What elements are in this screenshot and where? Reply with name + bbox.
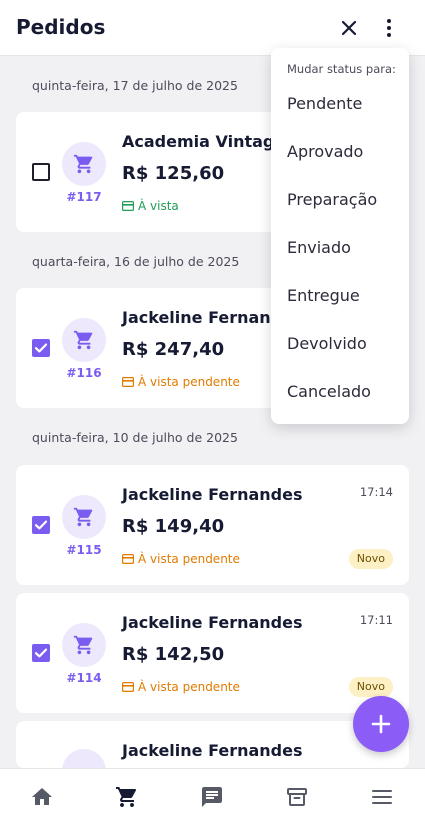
status-option-enviado[interactable]: Enviado xyxy=(287,238,351,257)
home-icon[interactable] xyxy=(30,785,54,809)
status-option-preparacao[interactable]: Preparação xyxy=(287,190,377,209)
order-time: 17:11 xyxy=(359,613,393,627)
customer-name: Jackeline Fernandes xyxy=(122,613,303,632)
order-amount: R$ 142,50 xyxy=(122,644,225,665)
close-icon[interactable] xyxy=(337,16,361,40)
order-time: 17:14 xyxy=(359,485,393,499)
plus-icon xyxy=(371,714,391,734)
payment-label: À vista pendente xyxy=(138,375,240,389)
credit-card-icon xyxy=(122,554,134,564)
order-number: #117 xyxy=(66,190,102,204)
order-amount: R$ 149,40 xyxy=(122,516,225,537)
order-card-partial[interactable]: Jackeline Fernandes xyxy=(16,721,409,768)
chat-icon[interactable] xyxy=(200,785,224,809)
cart-icon xyxy=(62,142,106,186)
select-checkbox[interactable] xyxy=(32,516,50,534)
status-option-aprovado[interactable]: Aprovado xyxy=(287,142,363,161)
bottom-nav xyxy=(0,768,425,824)
order-number: #114 xyxy=(66,671,102,685)
page-title: Pedidos xyxy=(16,15,106,39)
date-header: quarta-feira, 16 de julho de 2025 xyxy=(32,254,240,269)
order-number: #115 xyxy=(66,543,102,557)
order-card-115[interactable]: #115 Jackeline Fernandes R$ 149,40 À vis… xyxy=(16,465,409,585)
payment-label: À vista pendente xyxy=(138,680,240,694)
menu-icon[interactable] xyxy=(370,785,394,809)
credit-card-icon xyxy=(122,201,134,211)
cart-icon xyxy=(62,318,106,362)
payment-status: À vista pendente xyxy=(122,680,240,694)
select-checkbox[interactable] xyxy=(32,339,50,357)
status-menu-header: Mudar status para: xyxy=(287,62,396,76)
status-menu: Mudar status para: Pendente Aprovado Pre… xyxy=(271,48,409,424)
cart-icon[interactable] xyxy=(115,785,139,809)
order-amount: R$ 247,40 xyxy=(122,339,225,360)
more-vert-icon[interactable] xyxy=(377,16,401,40)
credit-card-icon xyxy=(122,682,134,692)
status-badge: Novo xyxy=(348,677,393,697)
status-option-devolvido[interactable]: Devolvido xyxy=(287,334,367,353)
status-option-pendente[interactable]: Pendente xyxy=(287,94,362,113)
payment-label: À vista pendente xyxy=(138,552,240,566)
add-order-button[interactable] xyxy=(353,696,409,752)
cart-icon xyxy=(62,623,106,667)
status-badge: Novo xyxy=(348,549,393,569)
status-option-cancelado[interactable]: Cancelado xyxy=(287,382,371,401)
order-number: #116 xyxy=(66,366,102,380)
date-header: quinta-feira, 10 de julho de 2025 xyxy=(32,430,238,445)
order-amount: R$ 125,60 xyxy=(122,163,225,184)
select-checkbox[interactable] xyxy=(32,163,50,181)
credit-card-icon xyxy=(122,377,134,387)
order-card-114[interactable]: #114 Jackeline Fernandes R$ 142,50 À vis… xyxy=(16,593,409,713)
archive-icon[interactable] xyxy=(285,785,309,809)
payment-status: À vista pendente xyxy=(122,375,240,389)
payment-status: À vista xyxy=(122,199,179,213)
customer-name: Jackeline Fernandes xyxy=(122,485,303,504)
cart-icon xyxy=(62,495,106,539)
customer-name: Jackeline Fernandes xyxy=(122,741,303,760)
date-header: quinta-feira, 17 de julho de 2025 xyxy=(32,78,238,93)
payment-label: À vista xyxy=(138,199,179,213)
select-checkbox[interactable] xyxy=(32,644,50,662)
status-option-entregue[interactable]: Entregue xyxy=(287,286,360,305)
cart-icon xyxy=(62,749,106,768)
payment-status: À vista pendente xyxy=(122,552,240,566)
